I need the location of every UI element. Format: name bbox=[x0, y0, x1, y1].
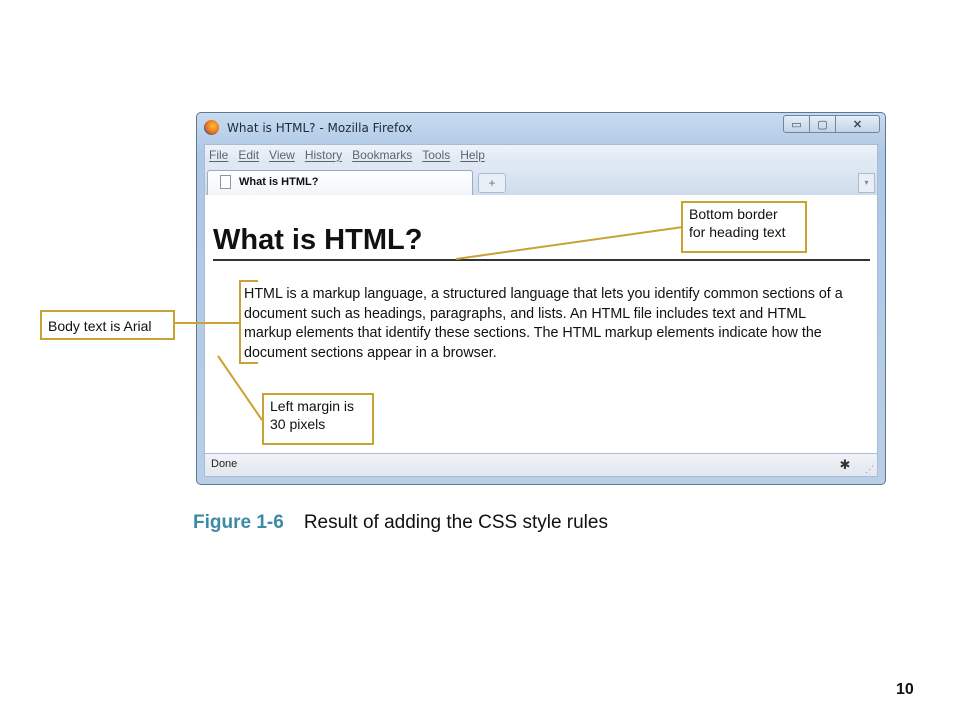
callout-bottom-border: Bottom border for heading text bbox=[681, 201, 807, 253]
page-icon bbox=[220, 175, 231, 189]
menu-history[interactable]: History bbox=[301, 148, 348, 162]
menu-view[interactable]: View bbox=[265, 148, 301, 162]
bug-icon[interactable]: ✱ bbox=[837, 456, 853, 473]
minimize-button[interactable]: ▭ bbox=[783, 115, 810, 133]
status-bar: Done ✱ ⋰ bbox=[204, 453, 878, 477]
page-body-text: HTML is a markup language, a structured … bbox=[244, 286, 843, 361]
menu-help[interactable]: Help bbox=[456, 148, 491, 162]
maximize-button[interactable]: ▢ bbox=[810, 115, 836, 133]
tab-list-button[interactable]: ▾ bbox=[858, 173, 875, 193]
close-icon: ✕ bbox=[852, 118, 863, 131]
maximize-icon: ▢ bbox=[817, 118, 828, 131]
tab-bar: What is HTML? + ▾ bbox=[204, 164, 878, 195]
title-bar[interactable]: What is HTML? - Mozilla Firefox ▭ ▢ ✕ bbox=[197, 113, 885, 143]
menu-tools[interactable]: Tools bbox=[418, 148, 456, 162]
menu-bar: File Edit View History Bookmarks Tools H… bbox=[204, 144, 878, 164]
tab-what-is-html[interactable]: What is HTML? bbox=[207, 170, 473, 195]
resize-grip-icon[interactable]: ⋰ bbox=[865, 464, 875, 474]
window-title: What is HTML? - Mozilla Firefox bbox=[227, 121, 413, 135]
caption-buttons: ▭ ▢ ✕ bbox=[783, 115, 880, 134]
figure-caption: Figure 1-6 Result of adding the CSS style… bbox=[193, 512, 608, 534]
status-text: Done bbox=[211, 458, 238, 470]
menu-bookmarks[interactable]: Bookmarks bbox=[348, 148, 418, 162]
chevron-down-icon: ▾ bbox=[864, 178, 869, 187]
menu-file[interactable]: File bbox=[205, 148, 234, 162]
figure-number: Figure 1-6 bbox=[193, 512, 284, 533]
menu-edit[interactable]: Edit bbox=[234, 148, 265, 162]
new-tab-button[interactable]: + bbox=[478, 173, 506, 193]
tab-label: What is HTML? bbox=[239, 176, 319, 188]
plus-icon: + bbox=[488, 176, 496, 190]
callout-body-font: Body text is Arial bbox=[40, 310, 175, 340]
close-button[interactable]: ✕ bbox=[836, 115, 880, 133]
slide-number: 10 bbox=[896, 681, 914, 698]
firefox-icon bbox=[204, 120, 219, 135]
figure-caption-text: Result of adding the CSS style rules bbox=[303, 512, 608, 533]
callout-left-margin: Left margin is 30 pixels bbox=[262, 393, 374, 445]
minimize-icon: ▭ bbox=[791, 118, 802, 131]
